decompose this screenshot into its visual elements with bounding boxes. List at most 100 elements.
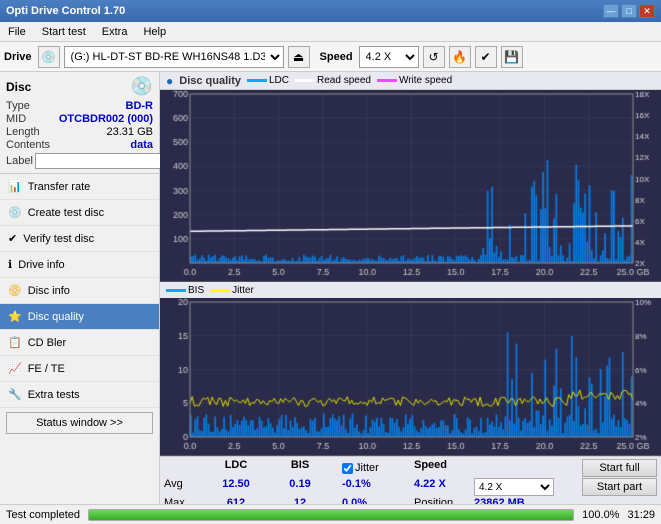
- burn-button[interactable]: 🔥: [449, 46, 471, 68]
- menu-extra[interactable]: Extra: [98, 25, 132, 39]
- drive-label: Drive: [4, 51, 32, 63]
- legend-read-speed: Read speed: [295, 75, 371, 86]
- legend-write-speed: Write speed: [377, 75, 452, 86]
- jitter-label: Jitter: [355, 462, 379, 474]
- legend-write-speed-label: Write speed: [399, 75, 452, 86]
- contents-val: data: [130, 139, 153, 151]
- nav-fe-te-label: FE / TE: [28, 363, 65, 375]
- menu-file[interactable]: File: [4, 25, 30, 39]
- legend-ldc-label: LDC: [269, 75, 289, 86]
- verify-button[interactable]: ✔: [475, 46, 497, 68]
- save-button[interactable]: 💾: [501, 46, 523, 68]
- nav-disc-info[interactable]: 📀 Disc info: [0, 278, 159, 304]
- status-time: 31:29: [627, 509, 655, 521]
- disc-panel: Disc 💿 Type BD-R MID OTCBDR002 (000) Len…: [0, 72, 159, 174]
- window-controls[interactable]: — □ ✕: [603, 4, 655, 18]
- label-input[interactable]: [35, 153, 173, 169]
- bottom-chart-canvas: [160, 298, 661, 455]
- length-val: 23.31 GB: [107, 126, 153, 138]
- bis-header: BIS: [272, 459, 328, 477]
- avg-bis: 0.19: [272, 478, 328, 496]
- drive-info-icon: ℹ: [8, 258, 12, 271]
- contents-key: Contents: [6, 139, 50, 151]
- disc-label: Disc: [6, 80, 31, 94]
- menu-bar: File Start test Extra Help: [0, 22, 661, 42]
- eject-button[interactable]: ⏏: [288, 46, 310, 68]
- refresh-button[interactable]: ↺: [423, 46, 445, 68]
- avg-ldc: 12.50: [200, 478, 272, 496]
- start-part-button[interactable]: Start part: [582, 478, 657, 496]
- nav-create-test-disc-label: Create test disc: [28, 207, 104, 219]
- jitter-checkbox[interactable]: [342, 463, 353, 474]
- chart-header: ● Disc quality LDC Read speed Write spee…: [160, 72, 661, 90]
- speed-label: Speed: [320, 51, 353, 63]
- create-test-disc-icon: 💿: [8, 206, 22, 219]
- jitter-checkbox-area: Jitter: [342, 459, 414, 477]
- main-layout: Disc 💿 Type BD-R MID OTCBDR002 (000) Len…: [0, 72, 661, 524]
- speed-value: 4.22 X: [414, 478, 446, 490]
- legend-ldc: LDC: [247, 75, 289, 86]
- menu-start-test[interactable]: Start test: [38, 25, 90, 39]
- avg-jitter: -0.1%: [342, 478, 414, 496]
- nav-cd-bler-label: CD Bler: [28, 337, 67, 349]
- nav-verify-test-disc-label: Verify test disc: [23, 233, 94, 245]
- app-title: Opti Drive Control 1.70: [6, 5, 125, 17]
- status-text: Test completed: [6, 509, 80, 521]
- legend-jitter: Jitter: [210, 285, 254, 296]
- speed-dropdown[interactable]: 4.2 X: [474, 478, 554, 496]
- speed-select[interactable]: 4.2 X: [359, 46, 419, 68]
- nav-extra-tests[interactable]: 🔧 Extra tests: [0, 382, 159, 408]
- close-button[interactable]: ✕: [639, 4, 655, 18]
- speed-stat-header: Speed: [414, 459, 474, 477]
- nav-drive-info[interactable]: ℹ Drive info: [0, 252, 159, 278]
- nav-drive-info-label: Drive info: [18, 259, 64, 271]
- length-key: Length: [6, 126, 40, 138]
- nav-transfer-rate[interactable]: 📊 Transfer rate: [0, 174, 159, 200]
- nav-extra-tests-label: Extra tests: [28, 389, 80, 401]
- disc-image-icon: 💿: [131, 76, 153, 97]
- ldc-header: LDC: [200, 459, 272, 477]
- nav-cd-bler[interactable]: 📋 CD Bler: [0, 330, 159, 356]
- mid-val: OTCBDR002 (000): [59, 113, 153, 125]
- chart2-header: BIS Jitter: [160, 282, 661, 298]
- nav-verify-test-disc[interactable]: ✔ Verify test disc: [0, 226, 159, 252]
- minimize-button[interactable]: —: [603, 4, 619, 18]
- avg-label: Avg: [164, 478, 200, 496]
- label-key: Label: [6, 155, 33, 167]
- toolbar: Drive 💿 (G:) HL-DT-ST BD-RE WH16NS48 1.D…: [0, 42, 661, 72]
- charts-container: BIS Jitter: [160, 90, 661, 456]
- start-full-button[interactable]: Start full: [582, 459, 657, 477]
- nav-fe-te[interactable]: 📈 FE / TE: [0, 356, 159, 382]
- content-area: ● Disc quality LDC Read speed Write spee…: [160, 72, 661, 524]
- menu-help[interactable]: Help: [139, 25, 170, 39]
- bottom-chart: [160, 298, 661, 456]
- nav-disc-quality[interactable]: ⭐ Disc quality: [0, 304, 159, 330]
- legend-bis: BIS: [166, 285, 204, 296]
- progress-percent: 100.0%: [582, 509, 619, 521]
- drive-select[interactable]: (G:) HL-DT-ST BD-RE WH16NS48 1.D3: [64, 46, 284, 68]
- sidebar: Disc 💿 Type BD-R MID OTCBDR002 (000) Len…: [0, 72, 160, 524]
- disc-quality-icon: ⭐: [8, 310, 22, 323]
- maximize-button[interactable]: □: [621, 4, 637, 18]
- nav-disc-quality-label: Disc quality: [28, 311, 84, 323]
- stats-header-row: LDC BIS Jitter Speed Start full: [164, 459, 657, 477]
- progress-bar-fill: [89, 510, 573, 520]
- cd-bler-icon: 📋: [8, 336, 22, 349]
- top-chart-canvas: [160, 90, 661, 281]
- nav-transfer-rate-label: Transfer rate: [28, 181, 91, 193]
- status-bar: Test completed 100.0% 31:29: [0, 504, 661, 524]
- title-bar: Opti Drive Control 1.70 — □ ✕: [0, 0, 661, 22]
- avg-row: Avg 12.50 0.19 -0.1% 4.22 X 4.2 X Start …: [164, 478, 657, 496]
- nav-disc-info-label: Disc info: [28, 285, 70, 297]
- drive-icon: 💿: [38, 46, 60, 68]
- transfer-rate-icon: 📊: [8, 180, 22, 193]
- progress-bar: [88, 509, 574, 521]
- speed-dropdown-wrap: 4.2 X: [474, 478, 582, 496]
- top-chart: [160, 90, 661, 282]
- chart-title: Disc quality: [179, 75, 241, 87]
- nav-create-test-disc[interactable]: 💿 Create test disc: [0, 200, 159, 226]
- type-key: Type: [6, 100, 30, 112]
- legend-jitter-label: Jitter: [232, 285, 254, 296]
- mid-key: MID: [6, 113, 26, 125]
- status-window-button[interactable]: Status window >>: [6, 412, 153, 434]
